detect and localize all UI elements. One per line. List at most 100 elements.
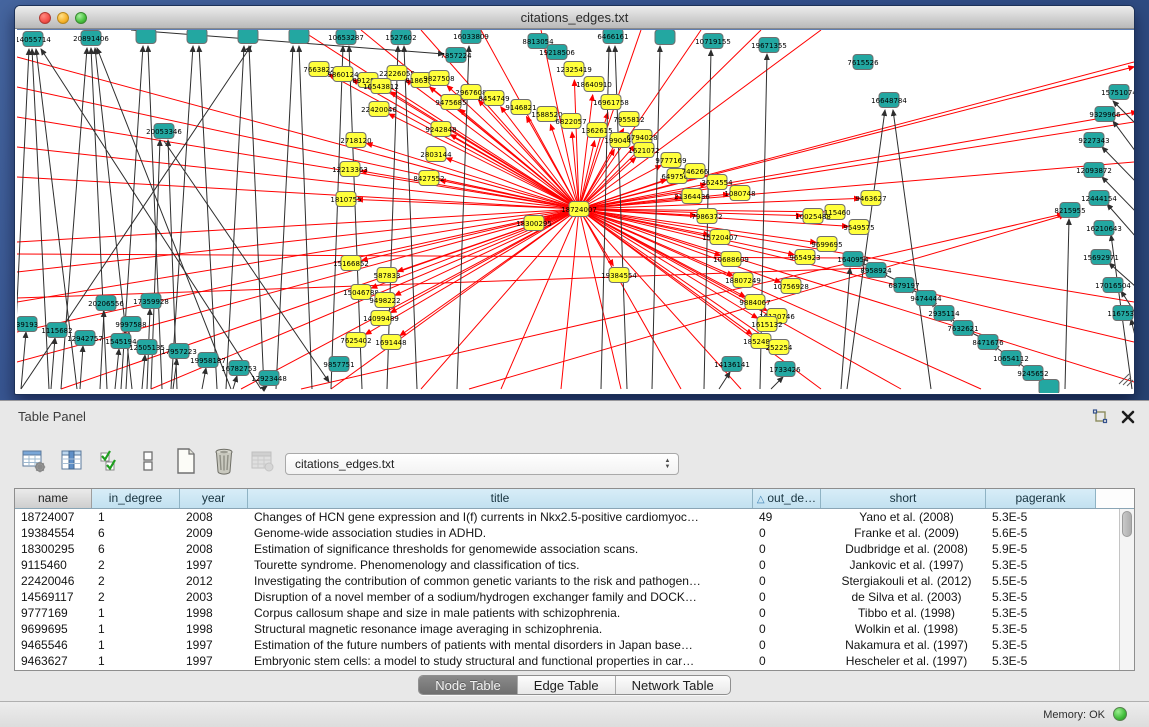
- cell-title[interactable]: Embryonic stem cells: a model to study s…: [248, 653, 753, 669]
- graph-node[interactable]: 12444154: [1081, 191, 1117, 206]
- column-header-year[interactable]: year: [180, 489, 248, 508]
- graph-node[interactable]: 2935114: [928, 306, 960, 321]
- cell-year[interactable]: 1997: [180, 557, 248, 573]
- red-edge[interactable]: [17, 177, 579, 209]
- graph-node[interactable]: 587833: [374, 268, 401, 283]
- graph-node[interactable]: 7632621: [947, 321, 978, 336]
- cell-pagerank[interactable]: 5.3E-5: [986, 605, 1096, 621]
- black-edge[interactable]: [1131, 319, 1134, 340]
- graph-node[interactable]: 19384554: [601, 268, 637, 283]
- graph-node[interactable]: [655, 30, 675, 45]
- cell-title[interactable]: Estimation of the future numbers of pati…: [248, 637, 753, 653]
- graph-node[interactable]: 14055714: [17, 32, 51, 47]
- graph-node[interactable]: 8427552: [413, 171, 444, 186]
- graph-node[interactable]: 16648784: [871, 93, 907, 108]
- cell-short[interactable]: Tibbo et al. (1998): [821, 605, 986, 621]
- cell-year[interactable]: 2008: [180, 541, 248, 557]
- cell-title[interactable]: Corpus callosum shape and size in male p…: [248, 605, 753, 621]
- cell-title[interactable]: Structural magnetic resonance image aver…: [248, 621, 753, 637]
- graph-node[interactable]: 19671355: [751, 38, 787, 53]
- table-options-icon[interactable]: [20, 446, 48, 476]
- table-vertical-scrollbar[interactable]: [1119, 509, 1134, 670]
- graph-node[interactable]: 1527602: [385, 30, 416, 45]
- cell-name[interactable]: 18300295: [15, 541, 92, 557]
- black-edge[interactable]: [841, 268, 850, 389]
- red-edge[interactable]: [301, 214, 1063, 389]
- tab-edge-table[interactable]: Edge Table: [518, 676, 616, 694]
- graph-node[interactable]: 6466161: [597, 30, 628, 44]
- cell-out_de[interactable]: 0: [753, 557, 821, 573]
- graph-node[interactable]: 9463627: [855, 191, 886, 206]
- black-edge[interactable]: [719, 372, 730, 389]
- graph-node[interactable]: 10654112: [993, 351, 1029, 366]
- cell-year[interactable]: 1998: [180, 621, 248, 637]
- scrollbar-thumb[interactable]: [1122, 511, 1132, 537]
- black-edge[interactable]: [404, 46, 417, 389]
- column-header-title[interactable]: title: [248, 489, 753, 508]
- cell-in_degree[interactable]: 1: [92, 653, 180, 669]
- cell-name[interactable]: 9465546: [15, 637, 92, 653]
- black-edge[interactable]: [249, 46, 264, 389]
- cell-in_degree[interactable]: 1: [92, 605, 180, 621]
- cell-pagerank[interactable]: 5.3E-5: [986, 653, 1096, 669]
- cell-in_degree[interactable]: 1: [92, 509, 180, 525]
- graph-node[interactable]: 12213363: [332, 162, 368, 177]
- cell-name[interactable]: 9463627: [15, 653, 92, 669]
- cell-pagerank[interactable]: 5.5E-5: [986, 573, 1096, 589]
- cell-pagerank[interactable]: 5.3E-5: [986, 509, 1096, 525]
- cell-year[interactable]: 1997: [180, 653, 248, 669]
- cell-pagerank[interactable]: 5.3E-5: [986, 589, 1096, 605]
- column-header-pagerank[interactable]: pagerank: [986, 489, 1096, 508]
- table-row[interactable]: 946554611997Estimation of the future num…: [15, 637, 1119, 653]
- cell-pagerank[interactable]: 5.6E-5: [986, 525, 1096, 541]
- graph-node[interactable]: 6879197: [888, 278, 919, 293]
- graph-node[interactable]: [289, 30, 309, 44]
- cell-out_de[interactable]: 0: [753, 637, 821, 653]
- graph-node[interactable]: 15751074: [1101, 85, 1134, 100]
- black-edge[interactable]: [1113, 121, 1134, 152]
- graph-node[interactable]: [1039, 380, 1059, 394]
- cell-name[interactable]: 22420046: [15, 573, 92, 589]
- table-row[interactable]: 2242004622012Investigating the contribut…: [15, 573, 1119, 589]
- red-edge[interactable]: [389, 114, 579, 209]
- cell-in_degree[interactable]: 1: [92, 637, 180, 653]
- black-edge[interactable]: [17, 49, 29, 389]
- graph-node[interactable]: 7857224: [440, 48, 472, 63]
- graph-node[interactable]: 18640910: [576, 77, 612, 92]
- delete-table-icon[interactable]: [210, 446, 238, 476]
- graph-node[interactable]: 16033809: [453, 30, 489, 44]
- tab-network-table[interactable]: Network Table: [616, 676, 730, 694]
- cell-short[interactable]: Stergiakouli et al. (2012): [821, 573, 986, 589]
- cell-pagerank[interactable]: 5.3E-5: [986, 557, 1096, 573]
- cell-name[interactable]: 18724007: [15, 509, 92, 525]
- graph-node[interactable]: 15166852: [333, 256, 369, 271]
- table-row[interactable]: 969969511998Structural magnetic resonanc…: [15, 621, 1119, 637]
- graph-node[interactable]: 22420046: [361, 102, 397, 117]
- graph-node[interactable]: 21364436: [674, 189, 710, 204]
- black-edge[interactable]: [299, 46, 312, 389]
- column-header-name[interactable]: name: [15, 489, 92, 508]
- graph-node[interactable]: 7615526: [847, 55, 879, 70]
- cell-in_degree[interactable]: 2: [92, 573, 180, 589]
- cell-out_de[interactable]: 0: [753, 621, 821, 637]
- cell-year[interactable]: 2012: [180, 573, 248, 589]
- cell-in_degree[interactable]: 6: [92, 541, 180, 557]
- red-edge[interactable]: [17, 209, 579, 242]
- black-edge[interactable]: [80, 346, 83, 389]
- table-selector-dropdown[interactable]: citations_edges.txt ▲▼: [285, 453, 679, 475]
- column-header-out_de[interactable]: △ out_de…: [753, 489, 821, 508]
- graph-node[interactable]: 746266: [682, 164, 709, 179]
- table-row[interactable]: 977716911998Corpus callosum shape and si…: [15, 605, 1119, 621]
- graph-node[interactable]: 7625402: [340, 333, 371, 348]
- graph-node[interactable]: 16961758: [593, 95, 629, 110]
- red-edge[interactable]: [17, 57, 579, 209]
- cell-title[interactable]: Tourette syndrome. Phenomenology and cla…: [248, 557, 753, 573]
- cell-title[interactable]: Disruption of a novel member of a sodium…: [248, 589, 753, 605]
- cell-out_de[interactable]: 0: [753, 525, 821, 541]
- cell-title[interactable]: Changes of HCN gene expression and I(f) …: [248, 509, 753, 525]
- cell-in_degree[interactable]: 1: [92, 621, 180, 637]
- cell-in_degree[interactable]: 6: [92, 525, 180, 541]
- resize-grip-icon[interactable]: [1119, 374, 1129, 384]
- cell-short[interactable]: Hescheler et al. (1997): [821, 653, 986, 669]
- graph-node[interactable]: 9245652: [1017, 366, 1048, 381]
